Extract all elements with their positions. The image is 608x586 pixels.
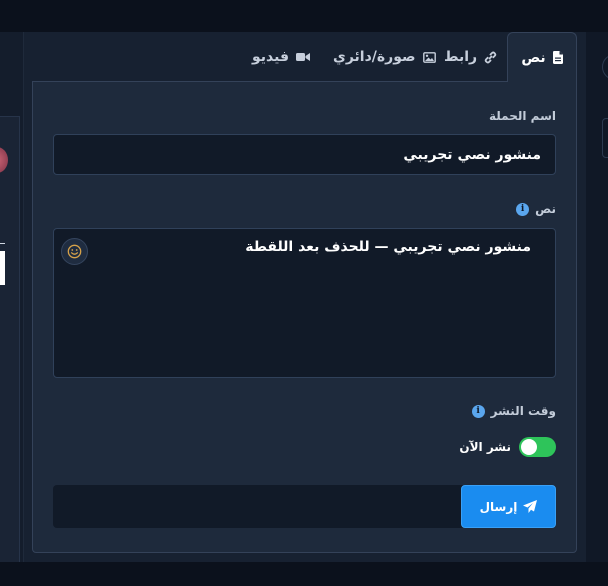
smiley-icon (67, 244, 82, 259)
left-panel (0, 32, 24, 586)
toggle-knob (521, 439, 537, 455)
campaign-name-label-text: اسم الحملة (489, 109, 556, 123)
tab-video[interactable]: فيديو (252, 32, 311, 82)
publish-time-label: وقت النشر i (471, 404, 556, 418)
tab-text[interactable]: نص (507, 32, 577, 82)
tab-image-label: صورة/دائري (333, 49, 416, 65)
info-icon[interactable]: i (516, 202, 530, 216)
publish-now-toggle[interactable] (519, 437, 556, 457)
text-label: نص i (516, 202, 556, 216)
publish-time-label-text: وقت النشر (490, 404, 556, 418)
tab-text-label: نص (521, 49, 546, 66)
video-icon (296, 53, 311, 61)
paper-plane-icon (523, 500, 538, 513)
post-text-area[interactable]: منشور نصي تجريبي — للحذف بعد اللقطة (53, 228, 556, 378)
right-field[interactable] (602, 118, 608, 158)
left-input[interactable] (0, 251, 5, 285)
tab-link[interactable]: رابط (444, 32, 497, 82)
publish-now-label: نشر الآن (459, 440, 511, 454)
post-type-tabs: نص رابط صورة/دائري فيديو (24, 32, 586, 82)
link-icon (484, 51, 497, 63)
send-button[interactable]: إرسال (461, 485, 556, 528)
top-bar (0, 0, 608, 32)
right-circle-button[interactable] (602, 54, 608, 80)
divider (0, 243, 5, 244)
image-icon (422, 51, 436, 63)
send-button-label: إرسال (479, 499, 518, 514)
avatar (0, 147, 8, 173)
tab-image[interactable]: صورة/دائري (333, 32, 436, 82)
file-icon (552, 51, 563, 64)
post-form-card: اسم الحملة نص i منشور نصي تجريبي — للحذف… (32, 81, 577, 553)
campaign-name-input[interactable] (53, 134, 556, 175)
info-icon[interactable]: i (471, 404, 485, 418)
campaign-name-label: اسم الحملة (489, 109, 556, 123)
emoji-button[interactable] (61, 238, 88, 265)
bottom-bar (0, 562, 608, 586)
left-card (0, 116, 20, 586)
text-label-text: نص (535, 202, 556, 216)
publish-now-row: نشر الآن (459, 437, 556, 457)
right-panel (586, 32, 608, 562)
tab-link-label: رابط (444, 49, 478, 65)
post-text-value: منشور نصي تجريبي — للحذف بعد اللقطة (245, 239, 531, 255)
tab-video-label: فيديو (252, 49, 290, 65)
action-bar: إرسال (53, 485, 556, 528)
